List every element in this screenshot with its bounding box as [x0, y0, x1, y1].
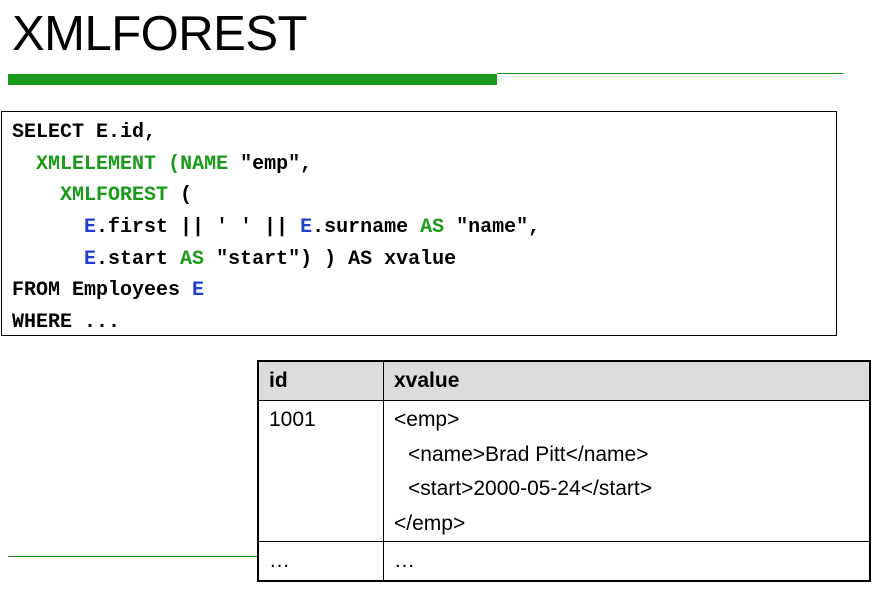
keyword-xmlelement: XMLELEMENT	[36, 152, 157, 176]
xml-line: <emp>	[394, 408, 460, 431]
keyword-as: AS	[180, 247, 205, 271]
code-line-3: XMLFOREST (	[12, 180, 836, 212]
column-header-xvalue: xvalue	[383, 360, 871, 401]
table-header-row: id xvalue	[257, 360, 871, 401]
cell-xvalue: <emp> <name>Brad Pitt</name> <start>2000…	[383, 400, 871, 542]
sql-code-block: SELECT E.id, XMLELEMENT (NAME "emp", XML…	[1, 111, 837, 336]
code-text: "name",	[444, 216, 541, 240]
code-text: .start	[96, 247, 181, 271]
slide-title: XMLFOREST	[12, 7, 307, 61]
keyword-name: (NAME	[168, 152, 229, 176]
code-text: WHERE ...	[12, 311, 121, 335]
alias-e: E	[84, 216, 97, 240]
code-line-5: E.start AS "start") ) AS xvalue	[12, 244, 836, 276]
code-text: SELECT E.id,	[12, 121, 157, 144]
code-text: (	[168, 184, 193, 208]
code-line-1: SELECT E.id,	[12, 117, 836, 149]
cell-id: …	[257, 541, 384, 582]
alias-e: E	[192, 279, 205, 303]
xml-line: <start>2000-05-24</start>	[408, 477, 652, 500]
xml-line: <name>Brad Pitt</name>	[408, 442, 649, 466]
cell-xvalue: …	[383, 541, 871, 582]
table-row: 1001 <emp> <name>Brad Pitt</name> <start…	[257, 400, 871, 542]
code-text: "emp",	[228, 152, 313, 176]
result-table: id xvalue 1001 <emp> <name>Brad Pitt</na…	[257, 360, 871, 582]
bottom-divider	[8, 556, 258, 557]
code-line-7: WHERE ...	[12, 307, 836, 339]
xml-line: </emp>	[394, 511, 466, 535]
column-header-id: id	[257, 360, 384, 401]
table-row: … …	[257, 541, 871, 582]
code-text: FROM Employees	[12, 279, 193, 303]
code-text: .first || ' ' ||	[96, 216, 301, 240]
alias-e: E	[84, 247, 97, 271]
code-line-2: XMLELEMENT (NAME "emp",	[12, 149, 836, 181]
code-line-6: FROM Employees E	[12, 275, 836, 307]
cell-id: 1001	[257, 400, 384, 542]
keyword-as: AS	[420, 216, 445, 240]
code-text: .surname	[312, 216, 421, 240]
code-text: "start") ) AS xvalue	[204, 247, 457, 271]
keyword-xmlforest: XMLFOREST	[60, 184, 169, 208]
code-line-4: E.first || ' ' || E.surname AS "name",	[12, 212, 836, 244]
title-underline-thin	[497, 73, 844, 74]
title-underline-thick	[8, 74, 497, 85]
alias-e: E	[300, 216, 313, 240]
